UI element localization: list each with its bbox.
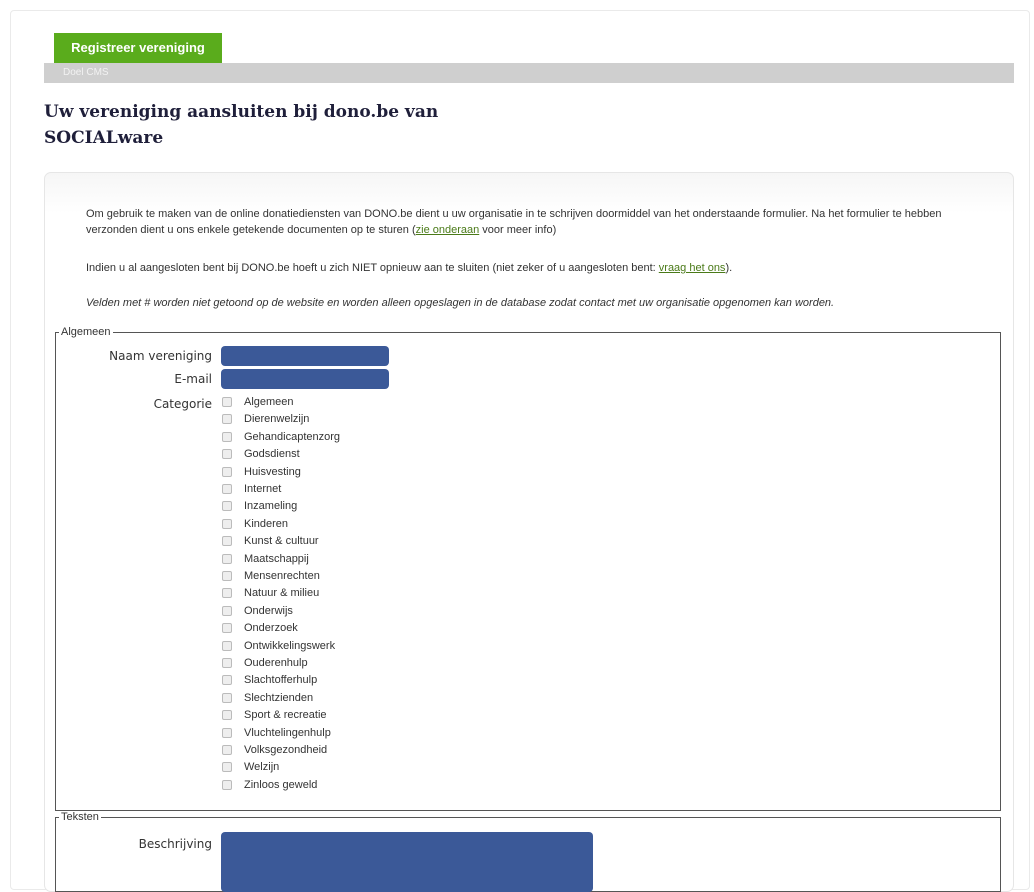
category-checkbox[interactable] [222, 710, 232, 721]
sub-navigation-bar: Doel CMS [44, 63, 1014, 83]
teksten-legend: Teksten [61, 811, 99, 823]
page-title: Uw vereniging aansluiten bij dono.be van… [44, 102, 439, 148]
category-label: Gehandicaptenzorg [244, 430, 341, 443]
category-label: Volksgezondheid [244, 744, 328, 756]
category-checkbox[interactable] [222, 449, 232, 460]
category-checkbox[interactable] [222, 675, 232, 686]
subnav-item-doel-cms[interactable]: Doel CMS [63, 63, 109, 83]
category-item[interactable]: Ontwikkelingswerk [222, 638, 422, 655]
category-checkbox[interactable] [222, 414, 232, 425]
category-checkbox[interactable] [222, 745, 232, 755]
category-item[interactable]: Internet [222, 481, 422, 498]
category-checkbox[interactable] [222, 605, 232, 616]
category-checkbox[interactable] [222, 571, 232, 581]
category-label: Onderwijs [244, 604, 293, 617]
category-item[interactable]: Vluchtelingenhulp [222, 725, 422, 742]
intro-text-end: voor meer info) [479, 224, 557, 236]
category-item[interactable]: Algemeen [222, 394, 422, 411]
category-item[interactable]: Welzijn [222, 759, 422, 776]
category-item[interactable]: Inzameling [222, 498, 422, 515]
category-label: Ontwikkelingswerk [244, 639, 336, 652]
categorie-label: Categorie [153, 397, 212, 411]
already-member-paragraph: Indien u al aangesloten bent bij DONO.be… [86, 260, 976, 276]
category-checkbox[interactable] [222, 536, 232, 547]
category-item[interactable]: Mensenrechten [222, 568, 422, 585]
hidden-fields-note: Velden met # worden niet getoond op de w… [86, 297, 835, 309]
category-label: Godsdienst [244, 448, 300, 461]
category-label: Mensenrechten [244, 570, 320, 582]
category-checkbox[interactable] [222, 397, 232, 407]
category-item[interactable]: Ouderenhulp [222, 655, 422, 672]
category-item[interactable]: Gehandicaptenzorg [222, 429, 422, 446]
category-item[interactable]: Slechtzienden [222, 690, 422, 707]
category-item[interactable]: Kinderen [222, 516, 422, 533]
category-item[interactable]: Huisvesting [222, 464, 422, 481]
category-checkbox[interactable] [222, 501, 232, 512]
naam-vereniging-input[interactable] [221, 346, 389, 366]
category-label: Vluchtelingenhulp [244, 726, 331, 739]
category-label: Internet [244, 483, 282, 495]
category-label: Slachtofferhulp [244, 674, 318, 687]
category-label: Dierenwelzijn [244, 413, 310, 426]
category-checkbox[interactable] [222, 466, 232, 477]
category-label: Onderzoek [244, 622, 298, 635]
category-item[interactable]: Godsdienst [222, 446, 422, 463]
category-label: Sport & recreatie [244, 709, 327, 722]
category-item[interactable]: Dierenwelzijn [222, 411, 422, 428]
email-input[interactable] [221, 369, 389, 389]
beschrijving-textarea[interactable] [221, 832, 593, 892]
category-checkbox[interactable] [222, 623, 232, 634]
category-item[interactable]: Volksgezondheid [222, 742, 422, 759]
category-label: Welzijn [244, 761, 280, 774]
category-checkbox[interactable] [222, 484, 232, 494]
algemeen-legend: Algemeen [61, 326, 111, 338]
category-label: Kinderen [244, 517, 289, 530]
category-checkbox[interactable] [222, 588, 232, 599]
beschrijving-label: Beschrijving [138, 837, 212, 851]
category-checkbox[interactable] [222, 658, 232, 668]
category-checkbox[interactable] [222, 518, 232, 529]
category-label: Natuur & milieu [244, 587, 320, 600]
category-checkbox[interactable] [222, 727, 232, 738]
already-member-text-end: ). [725, 262, 733, 274]
tab-registreer-vereniging[interactable]: Registreer vereniging [54, 33, 222, 63]
category-checkbox[interactable] [222, 553, 232, 564]
category-label: Zinloos geweld [244, 778, 318, 791]
vraag-het-ons-link[interactable]: vraag het ons [659, 262, 726, 274]
category-label: Algemeen [244, 396, 294, 408]
intro-paragraph: Om gebruik te maken van de online donati… [86, 206, 976, 238]
category-item[interactable]: Onderzoek [222, 620, 422, 637]
category-item[interactable]: Kunst & cultuur [222, 533, 422, 550]
category-checkbox[interactable] [222, 640, 232, 651]
category-label: Huisvesting [244, 465, 301, 478]
category-label: Inzameling [244, 500, 298, 513]
email-label: E-mail [174, 372, 212, 386]
category-label: Ouderenhulp [244, 657, 308, 669]
category-item[interactable]: Slachtofferhulp [222, 672, 422, 689]
category-item[interactable]: Zinloos geweld [222, 777, 422, 794]
category-item[interactable]: Onderwijs [222, 603, 422, 620]
category-checkbox[interactable] [222, 431, 232, 442]
category-checkbox[interactable] [222, 779, 232, 790]
already-member-text: Indien u al aangesloten bent bij DONO.be… [86, 262, 659, 274]
category-checkbox[interactable] [222, 762, 232, 773]
category-checkbox[interactable] [222, 692, 232, 703]
category-item[interactable]: Maatschappij [222, 551, 422, 568]
naam-vereniging-label: Naam vereniging [109, 349, 212, 363]
category-label: Maatschappij [244, 552, 309, 565]
category-label: Slechtzienden [244, 691, 314, 704]
category-label: Kunst & cultuur [244, 535, 319, 548]
zie-onderaan-link[interactable]: zie onderaan [416, 224, 480, 236]
category-item[interactable]: Sport & recreatie [222, 707, 422, 724]
category-item[interactable]: Natuur & milieu [222, 585, 422, 602]
